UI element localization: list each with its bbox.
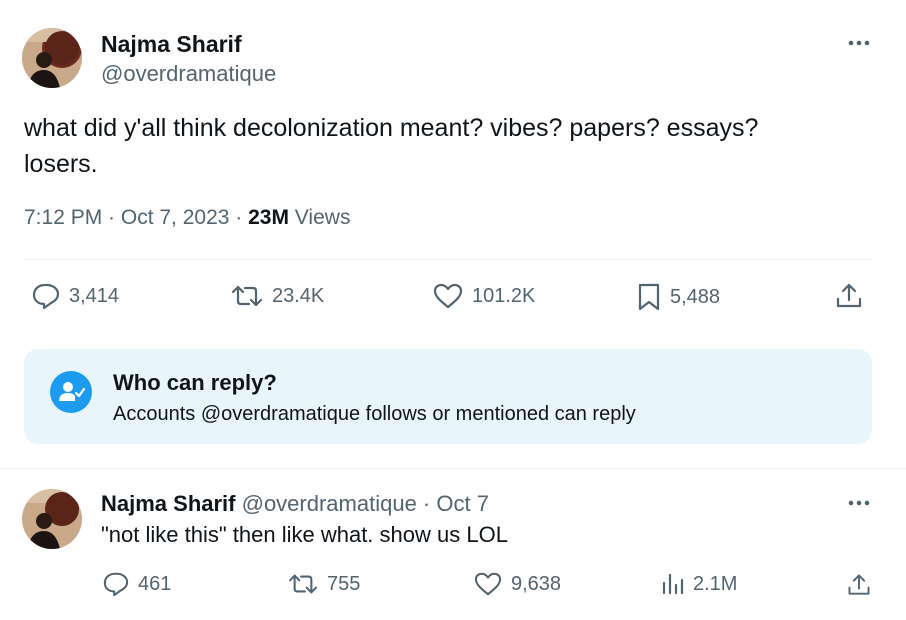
tweet-text-line-1: what did y'all think decolonization mean…	[24, 114, 759, 142]
who-can-reply-icon	[50, 371, 92, 413]
reply-repost-count: 755	[327, 572, 361, 595]
reply-author-name[interactable]: Najma Sharif	[101, 491, 236, 516]
tweet-meta: 7:12 PM · Oct 7, 2023 · 23M Views	[24, 206, 350, 230]
like-icon	[432, 282, 464, 310]
author-avatar[interactable]	[22, 28, 82, 88]
reply-share-button[interactable]	[846, 571, 872, 599]
like-count: 101.2K	[472, 284, 536, 307]
reply-views-button[interactable]: 2.1M	[661, 571, 737, 597]
repost-icon	[287, 571, 319, 597]
like-icon	[473, 571, 503, 597]
author-name[interactable]: Najma Sharif	[101, 31, 242, 58]
author-handle[interactable]: @overdramatique	[101, 61, 276, 87]
reply-reply-button[interactable]: 461	[102, 571, 171, 597]
reply-text: "not like this" then like what. show us …	[101, 522, 508, 547]
reply-icon	[102, 571, 130, 597]
reply-author-avatar[interactable]	[22, 489, 82, 549]
share-icon	[834, 281, 864, 311]
bookmark-count: 5,488	[670, 285, 721, 308]
reply-icon	[31, 282, 61, 310]
views-icon	[661, 571, 685, 597]
share-icon	[846, 571, 872, 599]
who-can-reply-description: Accounts @overdramatique follows or ment…	[113, 403, 636, 425]
reply-author-handle[interactable]: @overdramatique · Oct 7	[236, 491, 489, 516]
reply-like-button[interactable]: 9,638	[473, 571, 561, 597]
views-label: Views	[288, 206, 351, 229]
who-can-reply-title: Who can reply?	[113, 370, 277, 395]
reply-like-count: 9,638	[511, 572, 562, 595]
reply-repost-button[interactable]: 755	[287, 571, 360, 597]
bookmark-icon	[636, 282, 662, 312]
repost-count: 23.4K	[272, 284, 325, 307]
repost-button[interactable]: 23.4K	[230, 282, 324, 310]
bookmark-button[interactable]: 5,488	[636, 282, 720, 312]
reply-reply-count: 461	[138, 572, 172, 595]
divider	[24, 259, 872, 260]
tweet-time[interactable]: 7:12 PM · Oct 7, 2023 ·	[24, 206, 248, 229]
tweet-text-line-2: losers.	[24, 150, 98, 178]
reply-more-icon[interactable]	[845, 493, 873, 513]
like-button[interactable]: 101.2K	[432, 282, 535, 310]
reply-button[interactable]: 3,414	[31, 282, 119, 310]
reply-header: Najma Sharif @overdramatique · Oct 7	[101, 491, 489, 517]
share-button[interactable]	[834, 281, 864, 311]
reply-count: 3,414	[69, 284, 120, 307]
who-can-reply-card: Who can reply? Accounts @overdramatique …	[24, 349, 872, 444]
repost-icon	[230, 282, 264, 310]
divider	[0, 468, 906, 469]
tweet-text: what did y'all think decolonization mean…	[24, 110, 864, 182]
more-icon[interactable]	[845, 33, 873, 53]
reply-views-count: 2.1M	[693, 572, 738, 595]
views-count: 23M	[248, 206, 289, 229]
